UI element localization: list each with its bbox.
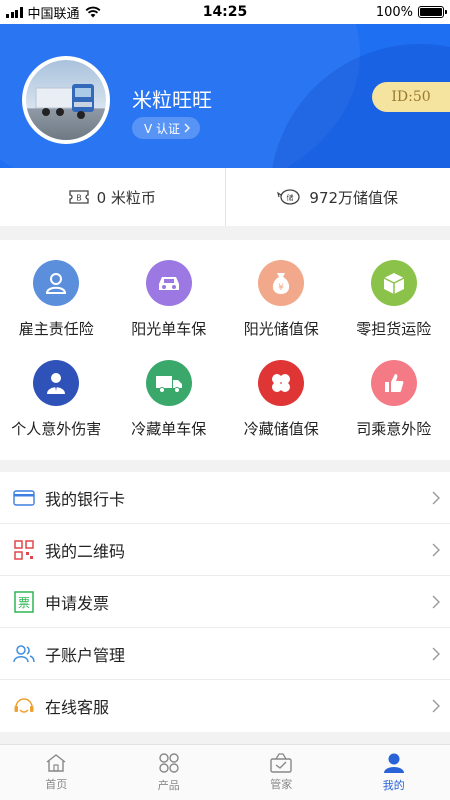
truck-photo-icon [35, 84, 94, 119]
cargo-box-icon [370, 260, 417, 306]
svg-text:储: 储 [287, 193, 294, 202]
thumbs-up-icon [370, 360, 417, 406]
clover-icon [258, 360, 305, 406]
coin-balance[interactable]: B 0 米粒币 [0, 187, 225, 208]
menu-item-sub-account[interactable]: 子账户管理 [0, 628, 450, 680]
butler-icon [270, 753, 292, 773]
customer-service-icon [13, 695, 35, 717]
chevron-right-icon [422, 699, 450, 713]
tab-butler[interactable]: 管家 [225, 745, 338, 800]
product-sunshine-savings[interactable]: ¥ 阳光储值保 [225, 250, 338, 350]
tab-home[interactable]: 首页 [0, 745, 113, 800]
product-ltl-cargo[interactable]: 零担货运险 [338, 250, 450, 350]
verify-label: V 认证 [144, 121, 181, 136]
piggy-bank-icon: 储 [277, 189, 301, 205]
tab-products[interactable]: 产品 [113, 745, 226, 800]
menu-item-customer-service[interactable]: 在线客服 [0, 680, 450, 732]
menu-item-label: 我的二维码 [45, 541, 126, 561]
sub-account-icon [13, 643, 35, 665]
qr-code-icon [13, 539, 35, 561]
truck-icon [145, 360, 192, 406]
bank-card-icon [13, 487, 35, 509]
profile-icon [383, 753, 404, 773]
product-personal-accident[interactable]: 个人意外伤害 [0, 350, 113, 450]
clock: 14:25 [202, 4, 248, 20]
product-label: 冷藏单车保 [131, 420, 207, 438]
id-badge: ID:50 [372, 82, 450, 112]
battery-percent: 100% [375, 4, 413, 20]
tab-label: 管家 [270, 778, 293, 791]
product-label: 阳光储值保 [243, 320, 319, 338]
chevron-right-icon [422, 647, 450, 661]
tab-label: 首页 [45, 778, 68, 791]
employer-icon [33, 260, 80, 306]
product-driver-passenger-accident[interactable]: 司乘意外险 [338, 350, 450, 450]
menu-item-bank-card[interactable]: 我的银行卡 [0, 472, 450, 524]
menu-item-label: 子账户管理 [45, 645, 126, 665]
signal-icon [6, 6, 23, 18]
battery-icon [418, 6, 447, 18]
menu-item-qr-code[interactable]: 我的二维码 [0, 524, 450, 576]
product-label: 零担货运险 [356, 320, 432, 338]
person-icon [33, 360, 80, 406]
product-label: 冷藏储值保 [243, 420, 319, 438]
tab-mine[interactable]: 我的 [338, 745, 450, 800]
tab-label: 我的 [382, 779, 405, 792]
product-cold-chain-savings[interactable]: 冷藏储值保 [225, 350, 338, 450]
carrier-name: 中国联通 [27, 6, 80, 22]
profile-header: 米粒旺旺 V 认证 ID:50 [0, 24, 450, 168]
product-label: 阳光单车保 [131, 320, 207, 338]
product-label: 个人意外伤害 [11, 420, 102, 438]
status-bar: 中国联通 14:25 100% [0, 0, 450, 24]
avatar[interactable] [22, 56, 110, 144]
car-icon [145, 260, 192, 306]
wifi-icon [85, 6, 100, 18]
menu-item-invoice[interactable]: 票 申请发票 [0, 576, 450, 628]
coin-balance-label: 0 米粒币 [96, 188, 156, 207]
svg-text:票: 票 [18, 596, 30, 610]
product-label: 司乘意外险 [356, 420, 432, 438]
invoice-icon: 票 [13, 590, 35, 613]
menu-item-label: 在线客服 [45, 698, 110, 717]
tab-label: 产品 [157, 779, 180, 792]
svg-text:B: B [76, 194, 82, 203]
username: 米粒旺旺 [132, 88, 212, 112]
verify-button[interactable]: V 认证 [132, 117, 201, 139]
chevron-right-icon [422, 491, 450, 505]
home-icon [46, 754, 66, 772]
product-sunshine-car[interactable]: 阳光单车保 [113, 250, 226, 350]
product-grid: 雇主责任险 阳光单车保 ¥ 阳光储值保 零担货运险 个人意外伤害 冷藏单车保 冷… [0, 240, 450, 460]
menu-list: 我的银行卡 我的二维码 票 申请发票 子账户管理 在线客服 [0, 472, 450, 732]
product-icon [159, 753, 179, 773]
chevron-right-icon [422, 595, 450, 609]
svg-text:¥: ¥ [278, 283, 284, 293]
menu-item-label: 申请发票 [45, 593, 110, 613]
product-employer-liability[interactable]: 雇主责任险 [0, 250, 113, 350]
menu-item-label: 我的银行卡 [45, 489, 126, 509]
savings-balance-label: 972万储值保 [309, 188, 399, 207]
product-cold-chain-car[interactable]: 冷藏单车保 [113, 350, 226, 450]
stats-bar: B 0 米粒币 储 972万储值保 [0, 168, 450, 226]
savings-balance[interactable]: 储 972万储值保 [226, 187, 450, 208]
ticket-icon: B [68, 190, 89, 204]
chevron-right-icon [184, 123, 190, 133]
money-bag-icon: ¥ [258, 260, 305, 306]
product-label: 雇主责任险 [18, 320, 94, 338]
tab-bar: 首页 产品 管家 我的 [0, 744, 450, 800]
chevron-right-icon [422, 543, 450, 557]
